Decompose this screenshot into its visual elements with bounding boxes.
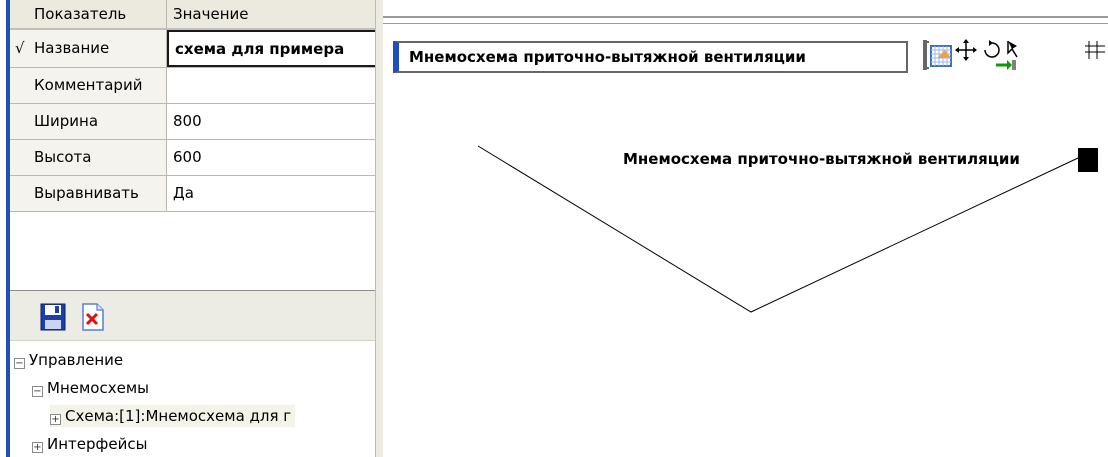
row-label: Название	[10, 30, 167, 67]
expand-icon[interactable]: +	[50, 414, 61, 425]
grid-row-comment[interactable]: Комментарий	[10, 68, 375, 104]
align-value[interactable]: Да	[167, 176, 375, 211]
row-label: Выравнивать	[10, 176, 167, 211]
object-tree: − Управление − Мнемосхемы + Схема:[1]:Мнемо…	[10, 340, 375, 457]
move-icon[interactable]	[955, 38, 977, 78]
tree-node-label: Мнемосхемы	[47, 379, 149, 397]
header-name: Показатель	[10, 0, 167, 28]
floppy-disk-icon[interactable]	[40, 303, 66, 331]
wrench-grid-icon[interactable]	[923, 38, 953, 78]
editor-top-strip	[383, 0, 1108, 24]
collapse-icon[interactable]: −	[14, 358, 25, 369]
canvas-drawing	[477, 145, 1079, 313]
delete-document-icon[interactable]	[80, 303, 106, 331]
row-label: Комментарий	[10, 68, 167, 103]
grid-row-width[interactable]: Ширина 800	[10, 104, 375, 140]
polyline-shape	[477, 145, 1079, 313]
canvas-text-label[interactable]: Мнемосхема приточно-вытяжной вентиляции	[623, 150, 1020, 168]
comment-value[interactable]	[167, 68, 375, 103]
width-value[interactable]: 800	[167, 104, 375, 139]
tree-node-label: Схема:[1]:Мнемосхема для г	[65, 407, 292, 425]
tree-toolbar	[10, 290, 375, 340]
header-value: Значение	[167, 0, 375, 28]
row-label: Высота	[10, 140, 167, 175]
tree-node-label: Управление	[29, 351, 124, 369]
name-value-input[interactable]: схема для примера	[167, 30, 375, 67]
property-grid: Показатель Значение √ Название схема для…	[10, 0, 375, 290]
tree-node-control[interactable]: − Управление	[14, 349, 123, 371]
arrow-to-bars-icon[interactable]	[995, 58, 1017, 98]
grid-row-height[interactable]: Высота 600	[10, 140, 375, 176]
row-label: Ширина	[10, 104, 167, 139]
tree-node-scheme[interactable]: + Схема:[1]:Мнемосхема для г	[50, 405, 296, 427]
collapse-icon[interactable]: −	[32, 386, 43, 397]
height-value[interactable]: 600	[167, 140, 375, 175]
grid-row-align[interactable]: Выравнивать Да	[10, 176, 375, 212]
left-accent-bar	[0, 0, 10, 457]
grid-empty-area	[10, 212, 375, 290]
selection-handle[interactable]	[1078, 148, 1098, 172]
grid-row-name[interactable]: √ Название схема для примера	[10, 30, 375, 68]
scheme-title-input[interactable]: Мнемосхема приточно-вытяжной вентиляции	[393, 41, 908, 73]
tree-node-label: Интерфейсы	[47, 435, 148, 453]
editor-toolbar: Мнемосхема приточно-вытяжной вентиляции	[383, 24, 1108, 94]
tree-node-interfaces[interactable]: + Интерфейсы	[32, 433, 147, 455]
grid-toggle-icon[interactable]	[1083, 38, 1107, 78]
grid-header: Показатель Значение	[10, 0, 375, 30]
tree-node-mnemo[interactable]: − Мнемосхемы	[32, 377, 149, 399]
splitter[interactable]	[375, 0, 383, 457]
expand-icon[interactable]: +	[32, 442, 43, 453]
scheme-canvas[interactable]: Мнемосхема приточно-вытяжной вентиляции	[383, 94, 1108, 457]
